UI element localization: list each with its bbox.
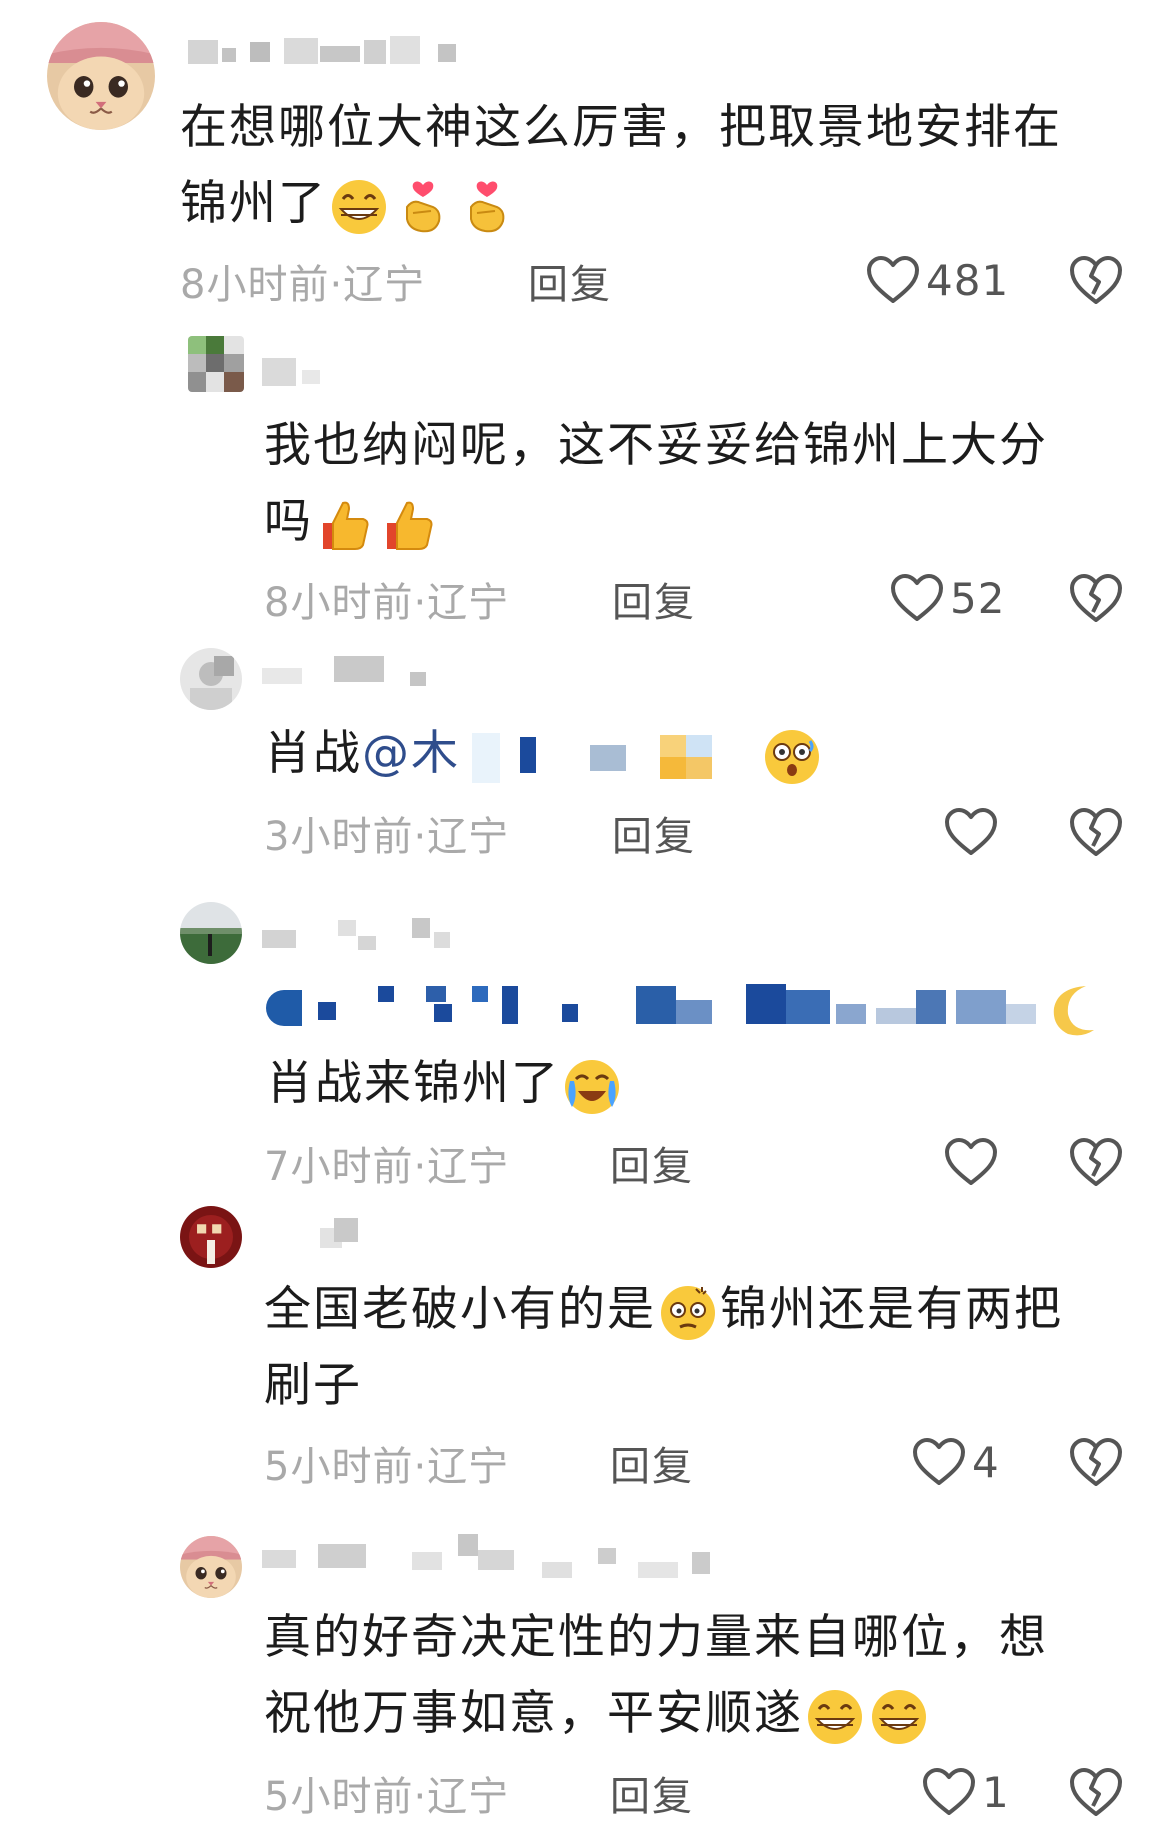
username-redacted[interactable] [262,654,442,686]
comment-meta: 7小时前·辽宁 [264,1144,510,1190]
broken-heart-icon[interactable] [1068,254,1124,306]
username-redacted[interactable] [320,1218,380,1248]
reply-button[interactable]: 回复 [612,570,696,628]
heart-outline-icon [922,1767,976,1817]
comment-text: 锦州了 [180,166,519,242]
like-count: 481 [926,255,1010,305]
comment-text: 真的好奇决定性的力量来自哪位，想 [264,1610,1048,1665]
like-count: 1 [982,1767,1010,1817]
thumbs-up-emoji-icon [379,495,439,555]
broken-heart-icon[interactable] [1068,1136,1124,1188]
comment-text: 祝他万事如意，平安顺遂 [264,1676,931,1752]
redacted-mention [460,727,760,787]
heart-outline-icon [944,807,998,857]
like-button[interactable]: 4 [912,1432,1000,1492]
avatar[interactable] [180,1536,242,1598]
comment-text: 全国老破小有的是 锦州还是有两把 [264,1272,1063,1348]
grin-emoji-icon [805,1687,865,1747]
mention-link[interactable]: @木 [362,726,460,781]
reply-button[interactable]: 回复 [612,804,696,862]
crescent-moon-emoji-icon [1046,980,1106,1040]
username-redacted[interactable] [262,1532,762,1578]
comment-meta: 5小时前·辽宁 [264,1444,510,1490]
heart-outline-icon [890,573,944,623]
reply-button[interactable]: 回复 [528,252,612,310]
username-redacted[interactable] [188,36,488,66]
comment-text: 刷子 [264,1358,362,1413]
comment-meta: 8小时前·辽宁 [180,262,426,308]
grin-emoji-icon [329,177,389,237]
flushed-emoji-icon [762,727,822,787]
like-button[interactable]: 52 [890,568,1005,628]
thumbs-up-emoji-icon [315,495,375,555]
like-button[interactable] [944,802,1004,862]
like-button[interactable] [944,1132,1004,1192]
finger-heart-emoji-icon [457,177,517,237]
avatar[interactable] [47,22,155,130]
username-redacted[interactable] [262,356,382,386]
like-button[interactable]: 1 [922,1762,1010,1822]
broken-heart-icon[interactable] [1068,1436,1124,1488]
comment-meta: 8小时前·辽宁 [264,580,510,626]
like-button[interactable]: 481 [866,250,1009,310]
comment-text: 肖战来锦州了 [266,1046,624,1122]
svg-text:■ ■: ■ ■ [196,1221,223,1235]
avatar[interactable]: ■ ■ [180,1206,242,1268]
comment-text: 吗 [264,484,441,560]
grin-emoji-icon [869,1687,929,1747]
like-count: 52 [950,573,1006,623]
heart-outline-icon [866,255,920,305]
avatar[interactable] [180,902,242,964]
crying-emoji-icon [562,1057,622,1117]
avatar[interactable] [188,336,244,392]
comment-meta: 5小时前·辽宁 [264,1774,510,1820]
comment-meta: 3小时前·辽宁 [264,814,510,860]
comment-text: 肖战@木 [264,716,824,792]
heart-outline-icon [944,1137,998,1187]
heart-outline-icon [912,1437,966,1487]
comment-text: 我也纳闷呢，这不妥妥给锦州上大分 [264,418,1048,473]
comment-text: 在想哪位大神这么厉害，把取景地安排在 [180,100,1062,155]
dizzy-emoji-icon [658,1283,718,1343]
reply-button[interactable]: 回复 [610,1764,694,1822]
redacted-text-line [266,980,1116,1040]
reply-button[interactable]: 回复 [610,1434,694,1492]
finger-heart-emoji-icon [393,177,453,237]
broken-heart-icon[interactable] [1068,572,1124,624]
username-redacted[interactable] [262,916,502,950]
like-count: 4 [972,1437,1000,1487]
reply-button[interactable]: 回复 [610,1134,694,1192]
broken-heart-icon[interactable] [1068,806,1124,858]
broken-heart-icon[interactable] [1068,1766,1124,1818]
avatar[interactable] [180,648,242,710]
